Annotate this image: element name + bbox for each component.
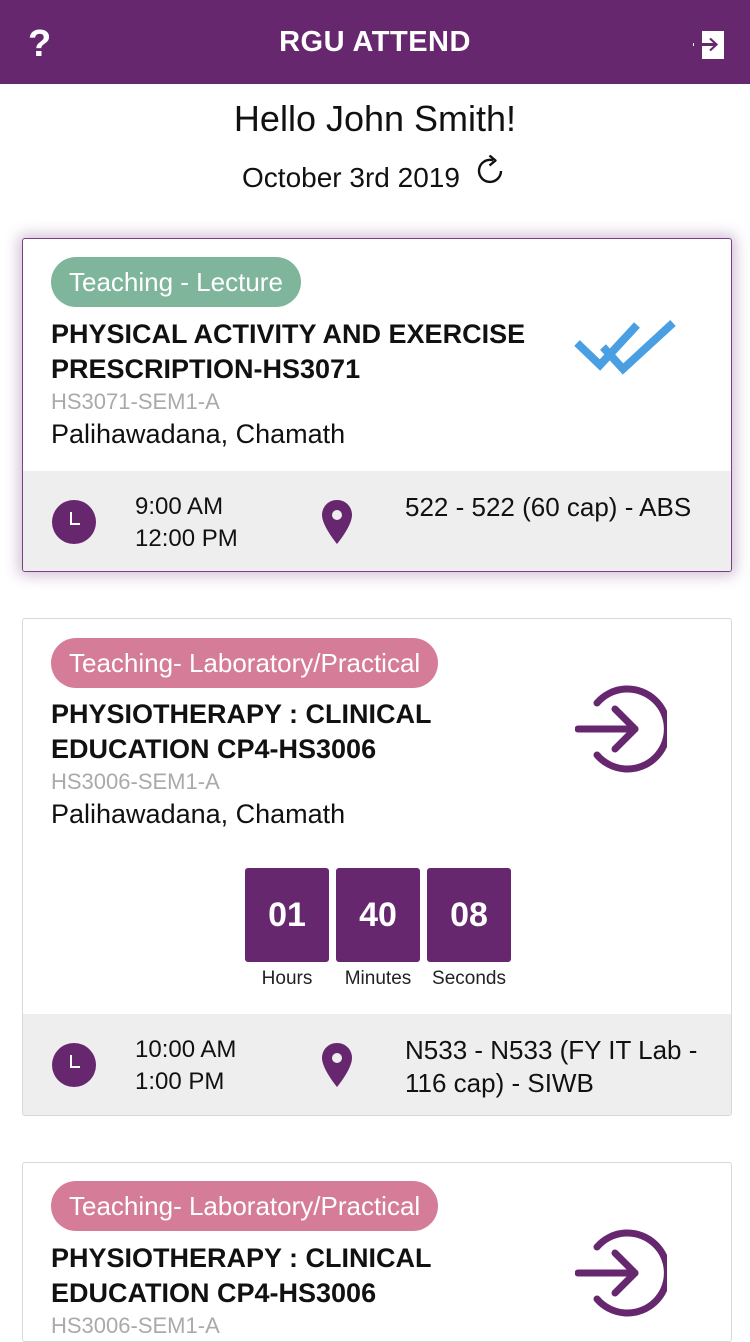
countdown-minutes: 40 Minutes xyxy=(336,868,420,990)
start-time: 10:00 AM xyxy=(135,1036,237,1063)
session-location: 522 - 522 (60 cap) - ABS xyxy=(405,492,692,522)
refresh-icon[interactable] xyxy=(474,154,508,188)
location-pin-icon xyxy=(322,500,352,544)
countdown-timer: 01 Hours 40 Minutes 08 Seconds xyxy=(245,868,511,990)
seconds-label: Seconds xyxy=(432,968,506,989)
course-code: HS3071-SEM1-A xyxy=(51,389,220,414)
minutes-value: 40 xyxy=(336,868,420,962)
session-times: 9:00 AM 12:00 PM xyxy=(135,491,238,555)
session-type-tag: Teaching- Laboratory/Practical xyxy=(51,1181,439,1231)
session-info-bar: 9:00 AM 12:00 PM 522 - 522 (60 cap) - AB… xyxy=(23,471,731,571)
session-card[interactable]: Teaching - Lecture PHYSICAL ACTIVITY AND… xyxy=(22,238,732,572)
date-row: October 3rd 2019 xyxy=(0,154,750,194)
greeting-text: Hello John Smith! xyxy=(233,98,517,139)
location-pin-icon xyxy=(322,1043,352,1087)
end-time: 1:00 PM xyxy=(135,1068,225,1095)
course-title: PHYSIOTHERAPY : CLINICAL EDUCATION CP4-H… xyxy=(51,699,432,764)
top-app-bar: ? RGU ATTEND xyxy=(0,0,750,84)
seconds-value: 08 xyxy=(427,868,511,962)
logout-icon[interactable] xyxy=(692,30,726,60)
double-check-icon xyxy=(574,320,676,375)
minutes-label: Minutes xyxy=(344,968,412,989)
lecturer-name: Palihawadana, Chamath xyxy=(51,799,346,829)
session-location: N533 - N533 (FY IT Lab - 116 cap) - SIWB xyxy=(405,1035,698,1098)
course-code: HS3006-SEM1-A xyxy=(51,769,220,794)
help-button[interactable]: ? xyxy=(28,22,51,66)
clock-icon xyxy=(52,500,96,544)
start-time: 9:00 AM xyxy=(135,493,224,520)
end-time: 12:00 PM xyxy=(135,525,238,552)
current-date: October 3rd 2019 xyxy=(242,162,460,193)
session-card[interactable]: Teaching- Laboratory/Practical PHYSIOTHE… xyxy=(22,1162,732,1342)
countdown-seconds: 08 Seconds xyxy=(427,868,511,990)
lecturer-name: Palihawadana, Chamath xyxy=(51,419,346,449)
session-info-bar: 10:00 AM 1:00 PM N533 - N533 (FY IT Lab … xyxy=(23,1014,731,1115)
course-title: PHYSIOTHERAPY : CLINICAL EDUCATION CP4-H… xyxy=(51,1243,432,1308)
hours-value: 01 xyxy=(245,868,329,962)
session-type-tag: Teaching - Lecture xyxy=(51,257,301,307)
session-type-tag: Teaching- Laboratory/Practical xyxy=(51,638,439,688)
countdown-hours: 01 Hours xyxy=(245,868,329,990)
hours-label: Hours xyxy=(261,968,313,989)
check-in-icon[interactable] xyxy=(575,1227,667,1319)
course-code: HS3006-SEM1-A xyxy=(51,1313,220,1338)
session-card[interactable]: Teaching- Laboratory/Practical PHYSIOTHE… xyxy=(22,618,732,1116)
app-title: RGU ATTEND xyxy=(279,25,471,58)
session-times: 10:00 AM 1:00 PM xyxy=(135,1034,236,1098)
clock-icon xyxy=(52,1043,96,1087)
course-title: PHYSICAL ACTIVITY AND EXERCISE PRESCRIPT… xyxy=(51,319,526,384)
check-in-icon[interactable] xyxy=(575,683,667,775)
